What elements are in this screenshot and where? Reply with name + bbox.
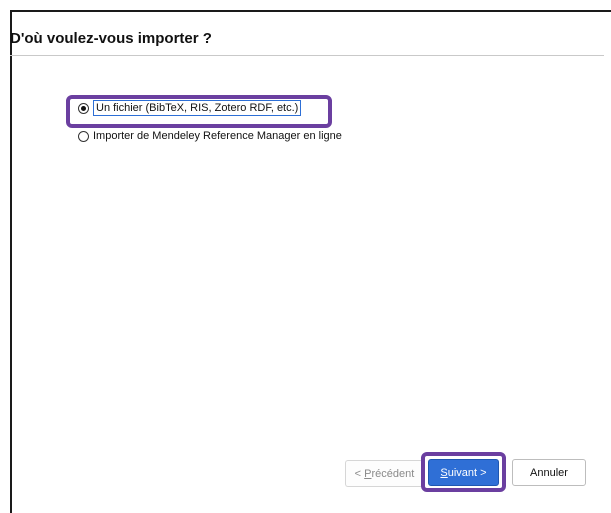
title-divider (10, 55, 604, 56)
option-mendeley[interactable]: Importer de Mendeley Reference Manager e… (78, 130, 342, 142)
previous-rest: récédent (371, 467, 415, 480)
import-dialog (10, 10, 611, 513)
option-mendeley-label: Importer de Mendeley Reference Manager e… (93, 130, 342, 142)
dialog-title: D'où voulez-vous importer ? (10, 30, 212, 47)
previous-mnemonic: P (364, 467, 372, 480)
cancel-button[interactable]: Annuler (512, 459, 586, 486)
previous-prefix: < (354, 467, 362, 480)
highlight-file-option (66, 95, 332, 128)
radio-mendeley[interactable] (78, 130, 89, 142)
previous-button: < Précédent (345, 460, 423, 487)
highlight-next-button (421, 452, 506, 492)
